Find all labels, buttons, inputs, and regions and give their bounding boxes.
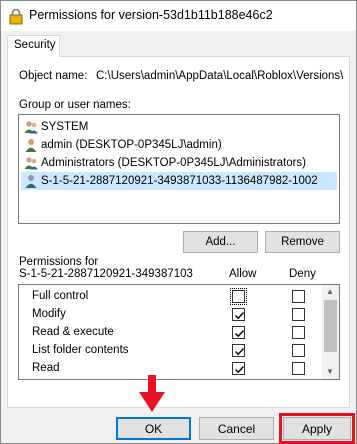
permission-name: Modify (32, 308, 66, 320)
object-name-label: Object name: (19, 70, 88, 82)
deny-column-header: Deny (289, 268, 316, 280)
user-icon (25, 175, 37, 188)
lock-icon (9, 9, 23, 25)
checkmark-icon (235, 366, 245, 374)
title-bar: Permissions for version-53d1b11b188e46c2 (1, 1, 356, 31)
checkmark-icon (235, 330, 245, 338)
user-name: admin (DESKTOP-0P345LJ\admin) (41, 139, 222, 151)
user-name: SYSTEM (41, 121, 89, 133)
allow-checkbox-list-folder[interactable] (232, 344, 245, 357)
permission-name: Read & execute (32, 326, 114, 338)
checkmark-icon (235, 312, 245, 320)
deny-checkbox-read[interactable] (292, 362, 305, 375)
user-name: S-1-5-21-2887120921-3493871033-113648798… (41, 175, 318, 187)
group-user-label: Group or user names: (19, 99, 131, 111)
permission-row-read-execute: Read & execute (19, 324, 323, 342)
allow-checkbox-read[interactable] (232, 362, 245, 375)
permission-row-read: Read (19, 360, 323, 378)
scroll-down-icon[interactable]: ▼ (326, 367, 334, 376)
allow-column-header: Allow (229, 268, 257, 280)
ok-button[interactable]: OK (116, 417, 191, 440)
permission-name: Full control (32, 290, 89, 302)
deny-checkbox-list-folder[interactable] (292, 344, 305, 357)
permission-row-list-folder: List folder contents (19, 342, 323, 360)
permission-row-modify: Modify (19, 306, 323, 324)
permissions-scrollbar[interactable]: ▲ ▼ (322, 285, 339, 379)
apply-button[interactable]: Apply (283, 417, 351, 440)
list-item-sid-selected[interactable]: S-1-5-21-2887120921-3493871033-113648798… (21, 172, 337, 190)
permissions-principal-label: S-1-5-21-2887120921-349387103 (19, 268, 193, 280)
user-name: Administrators (DESKTOP-0P345LJ\Administ… (41, 157, 307, 169)
scrollbar-thumb[interactable] (324, 300, 337, 352)
allow-checkbox-read-execute[interactable] (232, 326, 245, 339)
cancel-button[interactable]: Cancel (199, 417, 274, 440)
permissions-list: Full control Modify Read & execute List … (18, 284, 340, 380)
deny-checkbox-modify[interactable] (292, 308, 305, 321)
tab-security[interactable]: Security (7, 35, 60, 57)
remove-button[interactable]: Remove (265, 231, 340, 253)
permission-row-full-control: Full control (19, 288, 323, 306)
deny-checkbox-full-control[interactable] (292, 290, 305, 303)
user-icon (25, 139, 37, 152)
permission-name: Read (32, 362, 60, 374)
red-arrow-annotation (139, 375, 165, 412)
permission-name: List folder contents (32, 344, 129, 356)
deny-checkbox-read-execute[interactable] (292, 326, 305, 339)
user-listbox[interactable]: SYSTEM admin (DESKTOP-0P345LJ\admin) Adm… (18, 114, 340, 224)
allow-checkbox-modify[interactable] (232, 308, 245, 321)
add-button[interactable]: Add... (183, 231, 258, 253)
list-item-administrators[interactable]: Administrators (DESKTOP-0P345LJ\Administ… (21, 154, 337, 172)
object-name-value: C:\Users\admin\AppData\Local\Roblox\Vers… (96, 70, 344, 82)
permissions-dialog: Permissions for version-53d1b11b188e46c2… (0, 0, 357, 444)
permissions-for-label: Permissions for (19, 256, 99, 268)
user-group-icon (24, 157, 38, 170)
scroll-up-icon[interactable]: ▲ (326, 287, 334, 296)
checkmark-icon (235, 348, 245, 356)
user-group-icon (24, 121, 38, 134)
window-title: Permissions for version-53d1b11b188e46c2 (29, 8, 273, 22)
list-item-admin[interactable]: admin (DESKTOP-0P345LJ\admin) (21, 136, 337, 154)
list-item-system[interactable]: SYSTEM (21, 118, 337, 136)
allow-checkbox-full-control[interactable] (230, 288, 247, 305)
